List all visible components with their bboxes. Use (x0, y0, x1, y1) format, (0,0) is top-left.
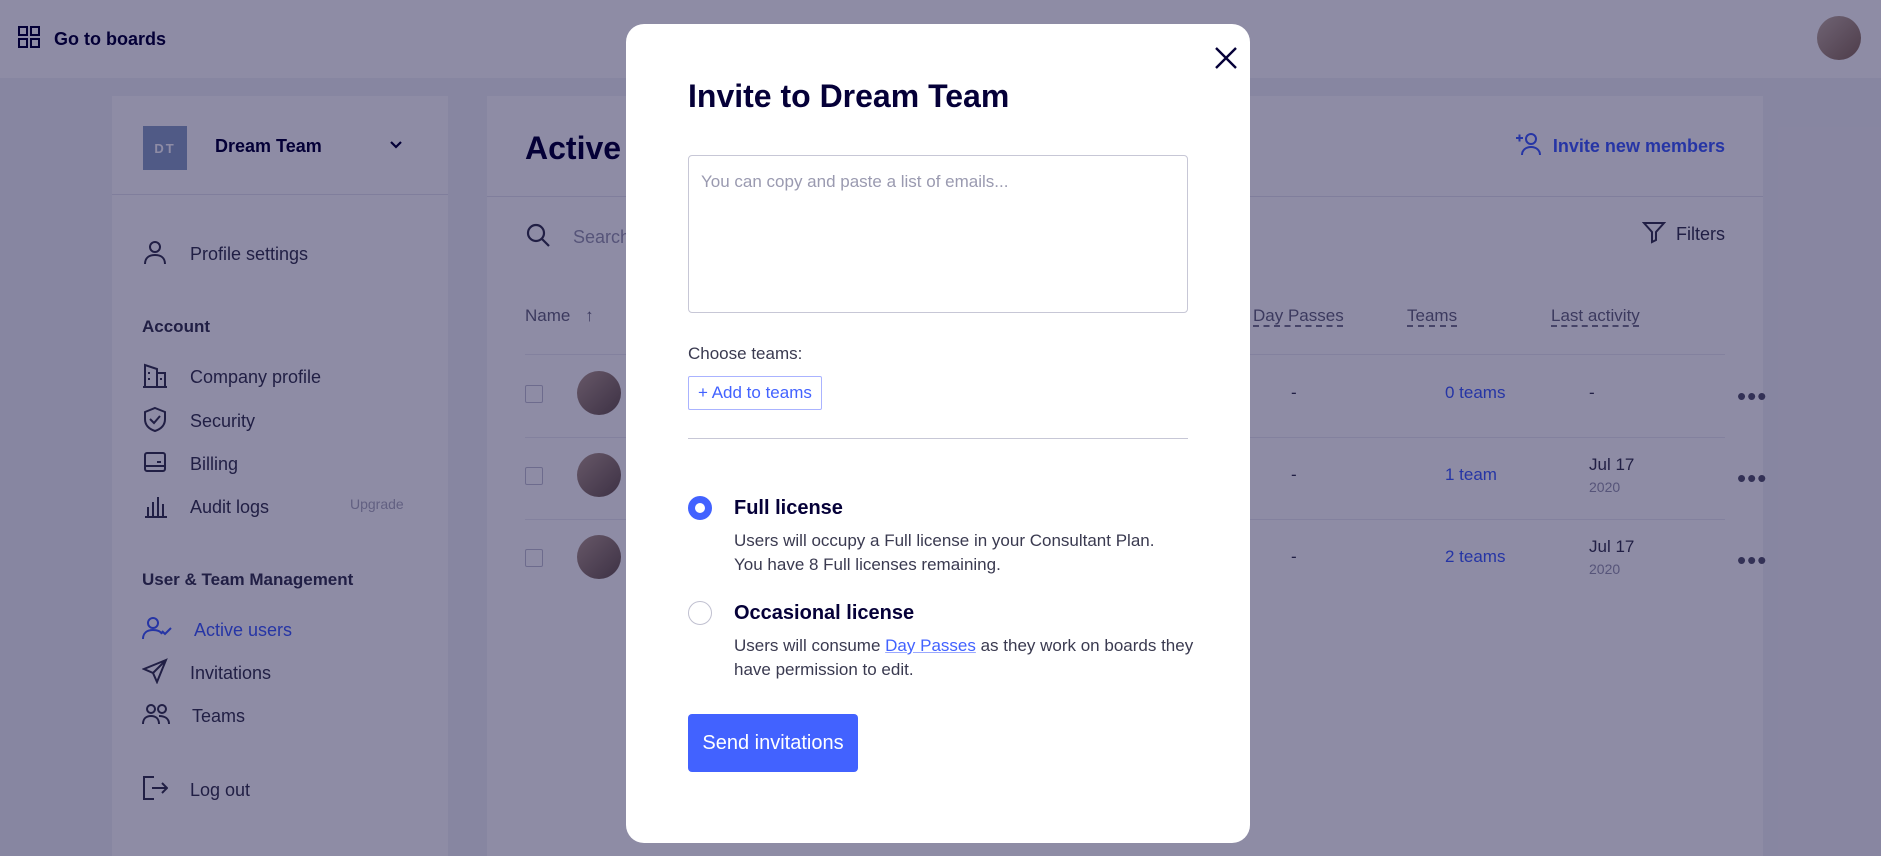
invite-dialog: Invite to Dream Team Choose teams: + Add… (626, 24, 1250, 843)
occasional-license-description: Users will consume Day Passes as they wo… (734, 634, 1194, 682)
occasional-license-radio[interactable] (688, 601, 712, 625)
close-button[interactable] (1206, 40, 1246, 80)
add-to-teams-button[interactable]: + Add to teams (688, 376, 822, 410)
occasional-license-title: Occasional license (734, 602, 915, 624)
choose-teams-label: Choose teams: (688, 344, 803, 363)
full-license-description: Users will occupy a Full license in your… (734, 529, 1194, 577)
day-passes-link[interactable]: Day Passes (885, 636, 976, 655)
occasional-desc-before: Users will consume (734, 636, 886, 655)
emails-input[interactable] (688, 155, 1188, 313)
close-icon (1214, 46, 1238, 75)
section-divider (688, 438, 1188, 439)
full-license-radio[interactable] (688, 496, 712, 520)
dialog-title: Invite to Dream Team (688, 78, 1010, 114)
send-invitations-button[interactable]: Send invitations (688, 714, 858, 772)
full-license-line-2: You have 8 Full licenses remaining. (734, 555, 1001, 574)
full-license-line-1: Users will occupy a Full license in your… (734, 531, 1155, 550)
full-license-title: Full license (734, 497, 843, 519)
